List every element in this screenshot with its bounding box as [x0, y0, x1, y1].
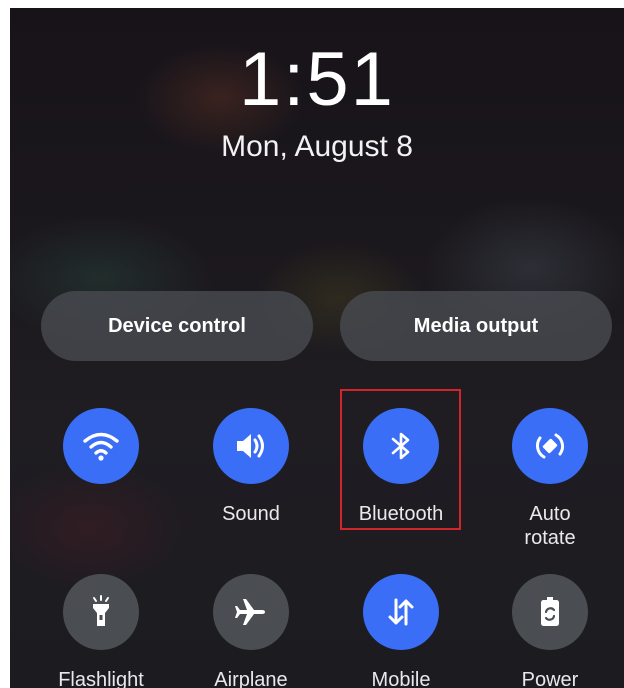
sound-tile[interactable]: Sound [181, 408, 321, 526]
flashlight-label: Flashlight [58, 669, 144, 688]
wifi-icon [83, 432, 119, 461]
airplane-toggle[interactable] [213, 574, 289, 650]
airplane-label: Airplane [214, 669, 288, 688]
speaker-icon [237, 434, 264, 458]
power-saving-toggle[interactable] [512, 574, 588, 650]
device-control-button[interactable]: Device control [41, 291, 313, 361]
media-output-button[interactable]: Media output [340, 291, 612, 361]
media-output-label: Media output [413, 314, 539, 337]
power-saving-tile[interactable]: Power [480, 574, 620, 688]
clock-date: Mon, August 8 [221, 130, 413, 163]
mobile-data-tile[interactable]: Mobile [331, 574, 471, 688]
mobile-data-toggle[interactable] [363, 574, 439, 650]
mobile-data-label: Mobile [371, 669, 431, 688]
flashlight-tile[interactable]: Flashlight [31, 574, 171, 688]
quick-settings-panel: 1:51 Mon, August 8 Device control Media … [10, 8, 624, 688]
auto-rotate-icon [535, 433, 565, 459]
auto-rotate-label-line2: rotate [524, 527, 576, 549]
auto-rotate-label: Auto rotate [480, 502, 620, 550]
auto-rotate-label-line1: Auto [529, 503, 571, 525]
power-saving-icon [541, 597, 559, 626]
mobile-data-icon [388, 598, 414, 626]
airplane-tile[interactable]: Airplane [181, 574, 321, 688]
airplane-icon [235, 599, 265, 625]
wifi-toggle[interactable] [63, 408, 139, 484]
wifi-tile[interactable] [31, 408, 171, 484]
auto-rotate-toggle[interactable] [512, 408, 588, 484]
sound-label: Sound [222, 503, 280, 525]
sound-toggle[interactable] [213, 408, 289, 484]
flashlight-toggle[interactable] [63, 574, 139, 650]
bluetooth-highlight-box [340, 389, 461, 530]
auto-rotate-tile[interactable]: Auto rotate [480, 408, 620, 550]
power-saving-label: Power [521, 669, 579, 688]
clock-time: 1:51 [239, 37, 395, 122]
device-control-label: Device control [108, 314, 246, 337]
flashlight-icon [93, 595, 109, 626]
